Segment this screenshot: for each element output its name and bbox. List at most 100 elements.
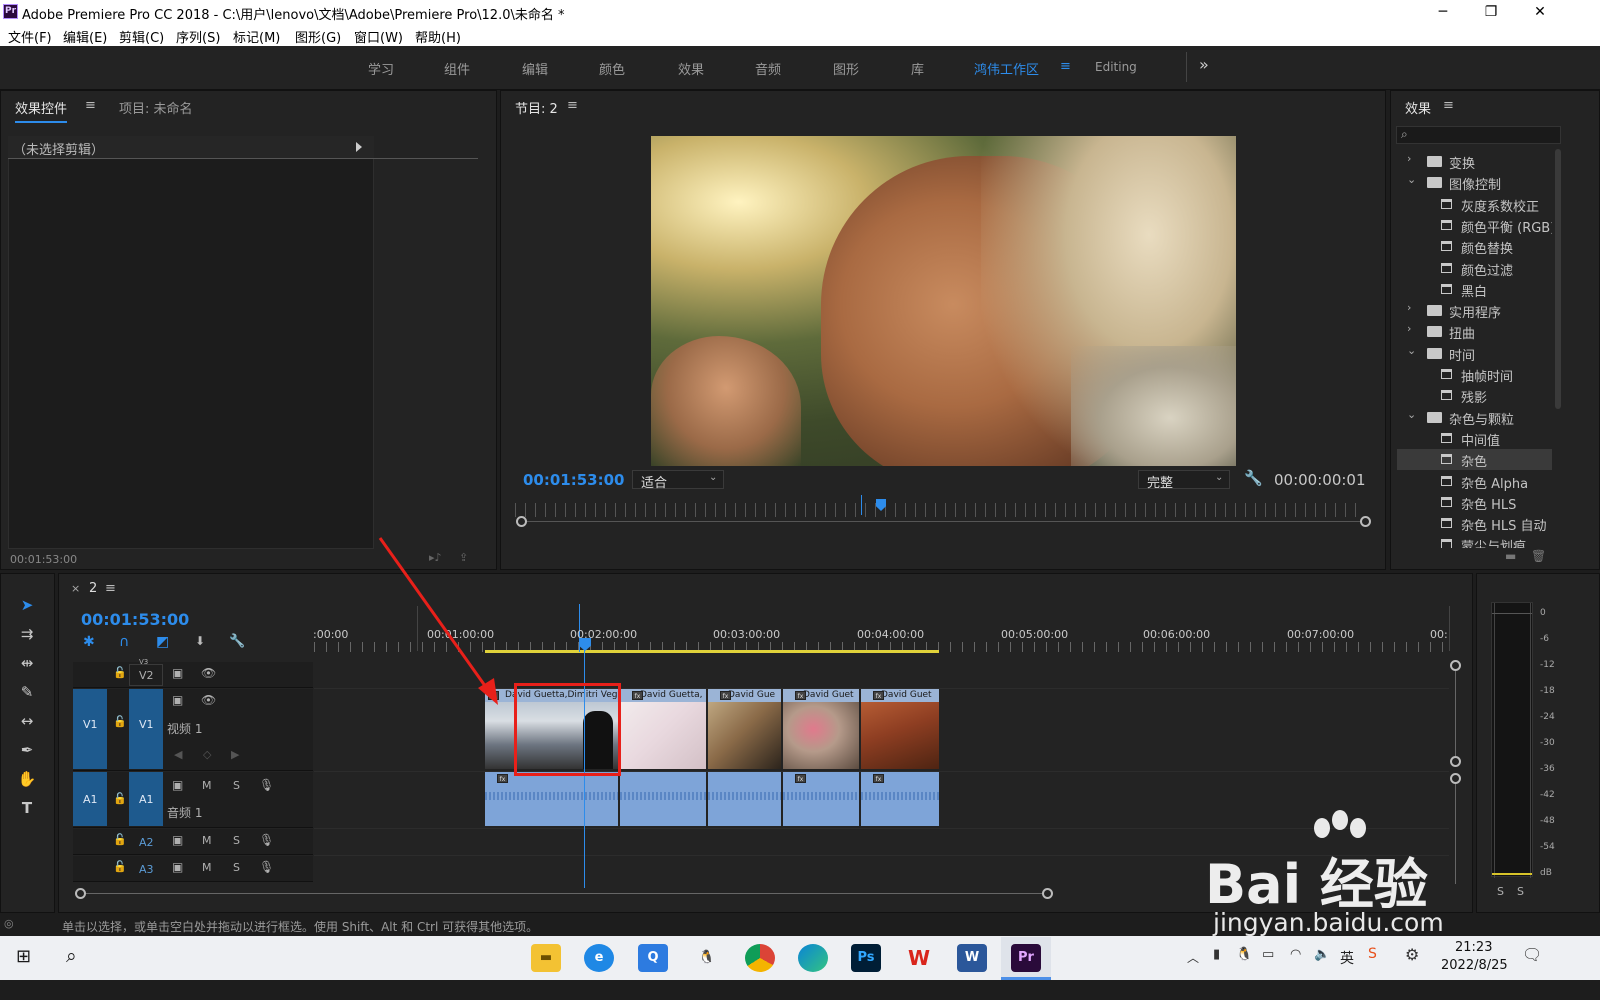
new-bin-icon[interactable]: ▬ xyxy=(1505,549,1516,563)
timeline-horizontal-scrollbar[interactable] xyxy=(79,893,1047,894)
effect-item[interactable]: 杂色 HLS xyxy=(1397,492,1552,513)
photoshop-icon[interactable]: Ps xyxy=(851,944,881,972)
nest-toggle-icon[interactable]: ✱ xyxy=(83,634,95,650)
selection-tool-icon[interactable]: ➤ xyxy=(15,594,39,616)
mic-icon[interactable]: 🎙 xyxy=(259,833,274,847)
workspace-libraries[interactable]: 库 xyxy=(911,59,924,78)
sync-lock-icon[interactable]: ▣ xyxy=(172,778,183,792)
workspace-assembly[interactable]: 组件 xyxy=(444,59,470,78)
battery-icon[interactable]: ▭ xyxy=(1262,947,1274,962)
word-icon[interactable]: W xyxy=(957,944,987,972)
zoom-bar[interactable] xyxy=(517,521,1367,522)
video-vertical-scrollbar[interactable] xyxy=(1455,671,1456,756)
workspaces-overflow-icon[interactable]: » xyxy=(1199,55,1209,74)
sogou-icon[interactable]: S xyxy=(1368,946,1377,962)
workspace-effects[interactable]: 效果 xyxy=(678,59,704,78)
linked-selection-icon[interactable]: ◩ xyxy=(156,634,169,650)
mic-icon[interactable]: 🎙 xyxy=(259,860,274,874)
video-clip-2[interactable]: David Guetta, fx xyxy=(620,689,706,769)
lock-icon[interactable]: 🔓 xyxy=(113,833,127,846)
eye-icon[interactable]: 👁 xyxy=(201,666,216,680)
workspace-editing-en[interactable]: Editing xyxy=(1095,60,1137,74)
menu-file[interactable]: 文件(F) xyxy=(8,27,52,46)
effect-item[interactable]: 杂色 xyxy=(1397,449,1552,471)
snap-magnet-icon[interactable]: ∩ xyxy=(119,634,129,650)
effect-folder[interactable]: ⌄ 杂色与颗粒 xyxy=(1397,407,1552,428)
razor-tool-icon[interactable]: ✎ xyxy=(15,681,39,703)
lock-icon[interactable]: 🔓 xyxy=(113,666,127,679)
menu-sequence[interactable]: 序列(S) xyxy=(176,27,220,46)
slip-tool-icon[interactable]: ↔ xyxy=(15,710,39,732)
menu-edit[interactable]: 编辑(E) xyxy=(63,27,107,46)
close-button[interactable]: ✕ xyxy=(1517,2,1563,22)
solo-button[interactable]: S xyxy=(233,834,240,847)
effect-item[interactable]: 灰度系数校正 xyxy=(1397,194,1552,215)
notification-icon[interactable]: 🗨 xyxy=(1522,945,1542,964)
solo-button[interactable]: S xyxy=(233,861,240,874)
prev-keyframe-icon[interactable]: ◀ xyxy=(174,748,182,761)
tab-program-menu-icon[interactable]: ≡ xyxy=(567,98,578,113)
clock-date[interactable]: 2022/8/25 xyxy=(1441,958,1508,973)
menu-graphics[interactable]: 图形(G) xyxy=(295,27,341,46)
sync-lock-icon[interactable]: ▣ xyxy=(172,860,183,874)
chevron-down-icon[interactable]: ⌄ xyxy=(1407,408,1416,421)
workspace-menu-icon[interactable]: ≡ xyxy=(1060,59,1071,74)
track-select-tool-icon[interactable]: ⇉ xyxy=(15,623,39,645)
video-clip-3[interactable]: David Gue fx xyxy=(708,689,781,769)
menu-help[interactable]: 帮助(H) xyxy=(415,27,461,46)
solo-button[interactable]: S xyxy=(233,779,240,792)
tab-project[interactable]: 项目: 未命名 xyxy=(119,98,193,117)
audio-clip-1[interactable]: fx xyxy=(485,772,618,826)
mute-button[interactable]: M xyxy=(202,779,212,792)
menu-clip[interactable]: 剪辑(C) xyxy=(119,27,164,46)
effect-folder[interactable]: › 实用程序 xyxy=(1397,300,1552,321)
tray-chevron-icon[interactable]: ︿ xyxy=(1187,949,1199,966)
close-sequence-icon[interactable]: × xyxy=(71,582,80,595)
windows-start-icon[interactable]: ⊞ xyxy=(16,946,31,967)
chevron-right-icon[interactable]: › xyxy=(1407,152,1411,165)
menu-marker[interactable]: 标记(M) xyxy=(233,27,280,46)
settings-gear-icon[interactable]: ⚙ xyxy=(1405,945,1419,964)
effect-item[interactable]: 颜色平衡 (RGB) xyxy=(1397,215,1552,236)
chrome-icon[interactable] xyxy=(745,944,775,972)
minimize-button[interactable]: ─ xyxy=(1420,2,1466,22)
tab-sequence[interactable]: 2 xyxy=(89,581,97,596)
sync-lock-icon[interactable]: ▣ xyxy=(172,666,183,680)
hscroll-handle-left[interactable] xyxy=(75,888,86,899)
workspace-custom-active[interactable]: 鸿伟工作区 xyxy=(974,59,1039,78)
volume-icon[interactable]: 🔈 xyxy=(1314,947,1330,962)
tab-effects[interactable]: 效果 xyxy=(1405,98,1431,117)
ime-indicator[interactable]: 英 xyxy=(1340,948,1354,968)
solo-right-button[interactable]: S xyxy=(1517,885,1524,898)
workspace-learn[interactable]: 学习 xyxy=(368,59,394,78)
workspace-graphics[interactable]: 图形 xyxy=(833,59,859,78)
wifi-icon[interactable]: ◠ xyxy=(1290,947,1301,962)
vscroll-handle-bottom[interactable] xyxy=(1450,756,1461,767)
pen-tool-icon[interactable]: ✒ xyxy=(15,739,39,761)
type-tool-icon[interactable]: T xyxy=(15,797,39,819)
tab-effect-controls-menu-icon[interactable]: ≡ xyxy=(85,98,96,113)
chevron-down-icon[interactable]: ⌄ xyxy=(1407,344,1416,357)
effects-scrollbar[interactable] xyxy=(1555,149,1561,409)
file-explorer-icon[interactable]: ▬ xyxy=(531,944,561,972)
program-playhead-timecode[interactable]: 00:01:53:00 xyxy=(523,471,625,489)
effect-item[interactable]: 颜色过滤 xyxy=(1397,258,1552,279)
expand-arrow-icon[interactable] xyxy=(356,142,362,152)
mute-button[interactable]: M xyxy=(202,861,212,874)
effect-item[interactable]: 颜色替换 xyxy=(1397,236,1552,257)
ie-browser-icon[interactable]: e xyxy=(584,944,614,972)
sync-lock-icon[interactable]: ▣ xyxy=(172,833,183,847)
audio-clip-5[interactable]: fx xyxy=(861,772,939,826)
lock-icon[interactable]: 🔓 xyxy=(113,715,127,728)
effect-item[interactable]: 杂色 Alpha xyxy=(1397,471,1552,492)
qq-tray-icon[interactable]: 🐧 xyxy=(1236,947,1252,962)
program-ruler[interactable] xyxy=(515,503,1365,517)
effect-folder[interactable]: ⌄ 时间 xyxy=(1397,343,1552,364)
audio-clip-2[interactable] xyxy=(620,772,706,826)
effect-folder[interactable]: › 变换 xyxy=(1397,151,1552,172)
sync-lock-icon[interactable]: ▣ xyxy=(172,693,183,707)
chevron-right-icon[interactable]: › xyxy=(1407,301,1411,314)
effect-item[interactable]: 黑白 xyxy=(1397,279,1552,300)
tab-effects-menu-icon[interactable]: ≡ xyxy=(1443,98,1454,113)
edge-icon[interactable] xyxy=(798,944,828,972)
